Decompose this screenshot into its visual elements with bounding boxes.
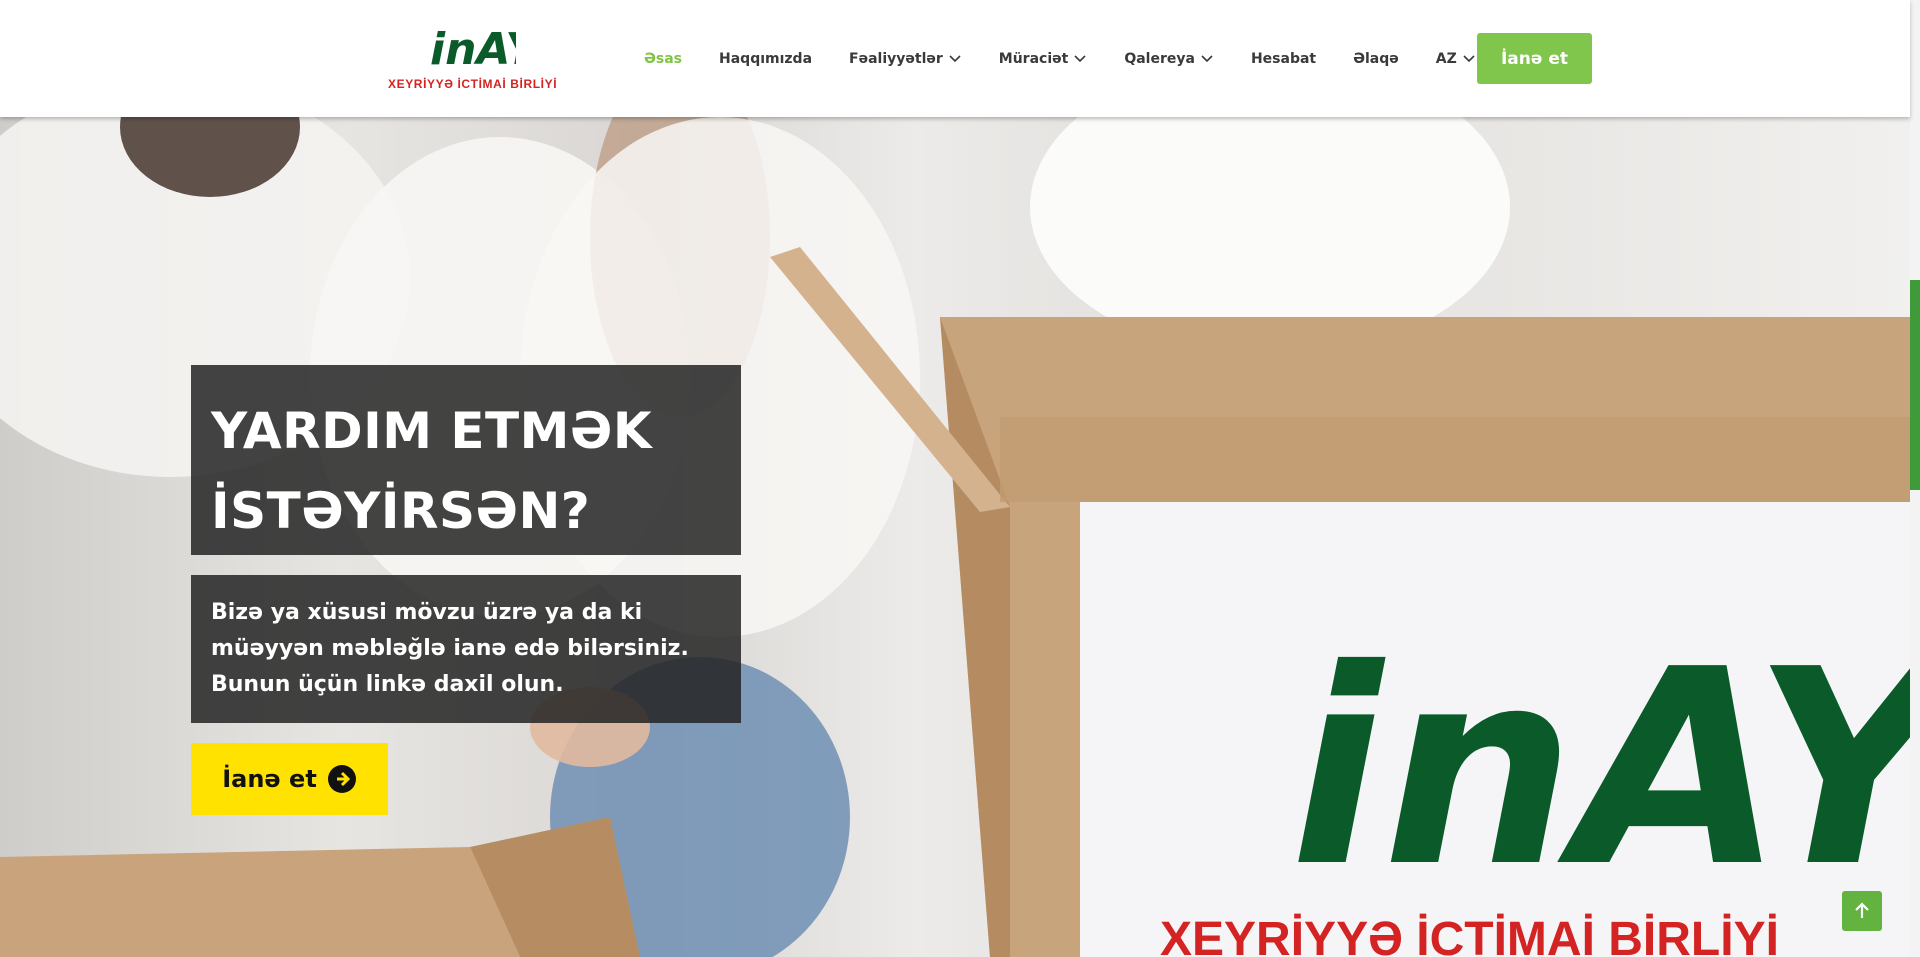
chevron-down-icon	[1463, 54, 1475, 62]
nav-item-haqqimizda[interactable]: Haqqımızda	[719, 51, 812, 67]
nav-item-label: Haqqımızda	[719, 50, 813, 67]
nav-item-qalereya[interactable]: Qalereya	[1124, 51, 1214, 67]
nav-item-elaqe[interactable]: Əlaqə	[1353, 51, 1399, 67]
arrow-circle-right-icon	[327, 765, 356, 793]
hero-description-line2: müəyyən məbləğlə ianə edə bilərsiniz.	[211, 636, 689, 661]
nav-item-label: Qalereya	[1124, 50, 1195, 67]
hero-donate-button[interactable]: İanə et	[191, 743, 388, 815]
language-selector[interactable]: AZ	[1436, 51, 1476, 67]
hero-headline-line1: YARDIM ETMƏK	[211, 402, 653, 460]
hero-description-line1: Bizə ya xüsusi mövzu üzrə ya da ki	[211, 600, 643, 625]
hero-headline-box: YARDIM ETMƏK İSTƏYİRSƏN?	[191, 365, 741, 555]
nav-item-hesabat[interactable]: Hesabat	[1251, 51, 1316, 67]
nav-item-label: Fəaliyyətlər	[849, 50, 943, 67]
language-label: AZ	[1435, 50, 1457, 67]
nav-item-esas[interactable]: Əsas	[644, 51, 682, 67]
inaye-logo-mark-icon: inAYə	[430, 24, 516, 72]
chevron-down-icon	[1201, 54, 1213, 62]
scroll-to-top-button[interactable]	[1842, 891, 1882, 931]
site-logo[interactable]: inAYə XEYRİYYƏ İCTİMAİ BİRLİYİ	[388, 20, 558, 92]
nav-item-muraciet[interactable]: Müraciət	[999, 51, 1088, 67]
nav-item-fealiyyetler[interactable]: Fəaliyyətlər	[849, 51, 962, 67]
svg-text:XEYRİYYƏ İCTİMAİ BİRLİYİ: XEYRİYYƏ İCTİMAİ BİRLİYİ	[1160, 913, 1779, 957]
header-donate-button[interactable]: İanə et	[1477, 33, 1592, 84]
chevron-down-icon	[1074, 54, 1086, 62]
nav-item-label: Hesabat	[1250, 50, 1317, 67]
nav-item-label: Müraciət	[998, 50, 1069, 67]
main-nav: Əsas Haqqımızda Fəaliyyətlər Müraciət Qa…	[644, 0, 1513, 117]
nav-item-label: Əsas	[644, 50, 683, 67]
site-header: inAYə XEYRİYYƏ İCTİMAİ BİRLİYİ Əsas Haqq…	[0, 0, 1910, 117]
svg-text:inAYə: inAYə	[1290, 611, 1910, 926]
arrow-up-icon	[1855, 902, 1869, 918]
side-accent-bar	[1910, 280, 1920, 490]
hero-banner: inAYə XEYRİYYƏ İCTİMAİ BİRLİYİ YARDIM ET…	[0, 117, 1910, 957]
hero-description-box: Bizə ya xüsusi mövzu üzrə ya da ki müəyy…	[191, 575, 741, 723]
chevron-down-icon	[949, 54, 961, 62]
logo-subtitle: XEYRİYYƏ İCTİMAİ BİRLİYİ	[388, 77, 558, 91]
hero-headline-line2: İSTƏYİRSƏN?	[211, 482, 591, 540]
hero-donate-label: İanə et	[222, 765, 317, 793]
svg-text:inAYə: inAYə	[430, 24, 516, 72]
hero-description-line3: Bunun üçün linkə daxil olun.	[211, 672, 564, 697]
nav-item-label: Əlaqə	[1353, 50, 1399, 67]
